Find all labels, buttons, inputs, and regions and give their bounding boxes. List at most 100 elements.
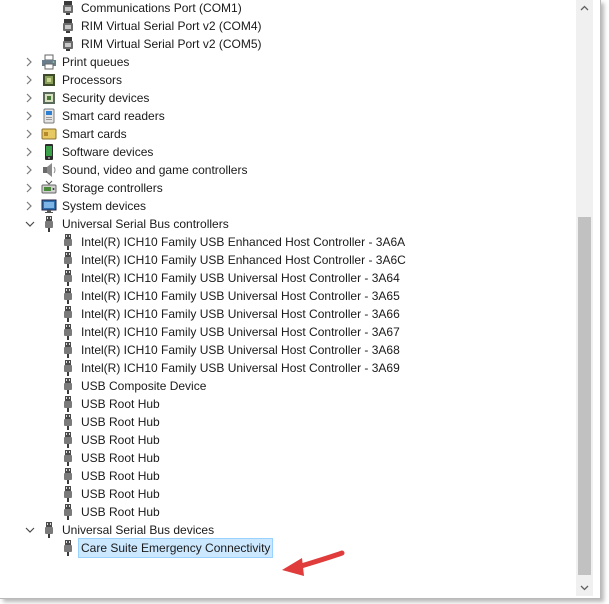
tree-item[interactable]: Intel(R) ICH10 Family USB Universal Host… (0, 323, 575, 341)
usb-plug-icon (60, 486, 76, 502)
usb-plug-icon (60, 270, 76, 286)
scroll-up-arrow-icon[interactable] (576, 0, 593, 17)
usb-plug-icon (60, 288, 76, 304)
tree-item-label: Intel(R) ICH10 Family USB Enhanced Host … (81, 235, 406, 249)
tree-item[interactable]: Storage controllers (0, 179, 575, 197)
tree-item-label: Intel(R) ICH10 Family USB Universal Host… (81, 289, 400, 303)
tree-item[interactable]: USB Root Hub (0, 431, 575, 449)
tree-item-label: Intel(R) ICH10 Family USB Enhanced Host … (81, 253, 406, 267)
tree-item-label: Intel(R) ICH10 Family USB Universal Host… (81, 325, 400, 339)
usb-plug-icon (60, 450, 76, 466)
tree-item[interactable]: Processors (0, 71, 575, 89)
expand-chevron-right-icon[interactable] (24, 107, 36, 125)
tree-item-label: USB Root Hub (81, 433, 160, 447)
printer-icon (41, 54, 57, 70)
tree-item-label: USB Composite Device (81, 379, 207, 393)
tree-item[interactable]: Security devices (0, 89, 575, 107)
tree-item[interactable]: Intel(R) ICH10 Family USB Universal Host… (0, 359, 575, 377)
expand-chevron-right-icon[interactable] (24, 53, 36, 71)
expand-chevron-right-icon[interactable] (24, 197, 36, 215)
usb-plug-icon (41, 522, 57, 538)
red-arrow-annotation (282, 550, 345, 576)
tree-item-label: Care Suite Emergency Connectivity (77, 538, 274, 558)
tree-item[interactable]: Print queues (0, 53, 575, 71)
tree-item[interactable]: USB Root Hub (0, 467, 575, 485)
tree-item-label: Software devices (62, 145, 154, 159)
scrollbar-thumb[interactable] (578, 217, 591, 575)
expand-chevron-right-icon[interactable] (24, 143, 36, 161)
tree-item[interactable]: Intel(R) ICH10 Family USB Enhanced Host … (0, 251, 575, 269)
expand-chevron-right-icon[interactable] (24, 71, 36, 89)
tree-item[interactable]: Intel(R) ICH10 Family USB Universal Host… (0, 305, 575, 323)
tree-item-label: USB Root Hub (81, 487, 160, 501)
usb-plug-icon (60, 396, 76, 412)
smart-card-reader-icon (41, 108, 57, 124)
usb-plug-icon (60, 432, 76, 448)
smart-card-icon (41, 126, 57, 142)
tree-item[interactable]: Intel(R) ICH10 Family USB Universal Host… (0, 269, 575, 287)
tree-item-label: Processors (62, 73, 123, 87)
tree-item-label: USB Root Hub (81, 451, 160, 465)
expand-chevron-down-icon[interactable] (24, 521, 36, 539)
tree-item-label: Intel(R) ICH10 Family USB Universal Host… (81, 307, 400, 321)
tree-item[interactable]: RIM Virtual Serial Port v2 (COM4) (0, 17, 575, 35)
tree-item-label: Security devices (62, 91, 150, 105)
software-device-icon (41, 144, 57, 160)
tree-item-label: Intel(R) ICH10 Family USB Universal Host… (81, 343, 400, 357)
tree-item-label: RIM Virtual Serial Port v2 (COM4) (81, 19, 262, 33)
tree-item-label: Intel(R) ICH10 Family USB Universal Host… (81, 271, 400, 285)
scroll-down-arrow-icon[interactable] (576, 579, 593, 596)
tree-item[interactable]: USB Root Hub (0, 485, 575, 503)
usb-plug-icon (41, 216, 57, 232)
usb-plug-icon (60, 360, 76, 376)
usb-plug-icon (60, 342, 76, 358)
vertical-scrollbar[interactable] (576, 0, 593, 596)
tree-item-label: USB Root Hub (81, 415, 160, 429)
tree-item[interactable]: Smart cards (0, 125, 575, 143)
expand-chevron-right-icon[interactable] (24, 179, 36, 197)
tree-item[interactable]: Universal Serial Bus devices (0, 521, 575, 539)
expand-chevron-right-icon[interactable] (24, 161, 36, 179)
usb-plug-icon (60, 468, 76, 484)
tree-item-label: Universal Serial Bus devices (62, 523, 215, 537)
tree-item[interactable]: Intel(R) ICH10 Family USB Universal Host… (0, 287, 575, 305)
tree-item-label: Smart cards (62, 127, 127, 141)
usb-plug-icon (60, 504, 76, 520)
speaker-icon (41, 162, 57, 178)
tree-item[interactable]: Communications Port (COM1) (0, 0, 575, 17)
tree-item[interactable]: Sound, video and game controllers (0, 161, 575, 179)
device-manager-window: Communications Port (COM1) RIM Virtual Se… (0, 0, 601, 599)
tree-item-label: Print queues (62, 55, 130, 69)
tree-item[interactable]: Intel(R) ICH10 Family USB Universal Host… (0, 341, 575, 359)
tree-item[interactable]: USB Root Hub (0, 395, 575, 413)
tree-item[interactable]: USB Root Hub (0, 413, 575, 431)
tree-item-label: Intel(R) ICH10 Family USB Universal Host… (81, 361, 400, 375)
expand-chevron-right-icon[interactable] (24, 89, 36, 107)
storage-controller-icon (41, 180, 57, 196)
port-icon (60, 36, 76, 52)
tree-item-label: Smart card readers (62, 109, 165, 123)
tree-item-label: Sound, video and game controllers (62, 163, 248, 177)
tree-item[interactable]: USB Root Hub (0, 503, 575, 521)
tree-item-label: System devices (62, 199, 147, 213)
tree-item[interactable]: Intel(R) ICH10 Family USB Enhanced Host … (0, 233, 575, 251)
expand-chevron-right-icon[interactable] (24, 125, 36, 143)
usb-plug-icon (60, 306, 76, 322)
tree-item[interactable]: Universal Serial Bus controllers (0, 215, 575, 233)
usb-plug-icon (60, 414, 76, 430)
tree-item-label: Storage controllers (62, 181, 163, 195)
device-tree: Communications Port (COM1) RIM Virtual Se… (0, 0, 575, 596)
tree-item[interactable]: RIM Virtual Serial Port v2 (COM5) (0, 35, 575, 53)
tree-item[interactable]: USB Composite Device (0, 377, 575, 395)
expand-chevron-down-icon[interactable] (24, 215, 36, 233)
usb-plug-icon (60, 252, 76, 268)
usb-plug-icon (60, 540, 76, 556)
tree-item[interactable]: Smart card readers (0, 107, 575, 125)
tree-item-label: USB Root Hub (81, 469, 160, 483)
tree-item[interactable]: System devices (0, 197, 575, 215)
usb-plug-icon (60, 324, 76, 340)
tree-item-label: USB Root Hub (81, 397, 160, 411)
tree-item[interactable]: USB Root Hub (0, 449, 575, 467)
tree-item[interactable]: Software devices (0, 143, 575, 161)
usb-plug-icon (60, 378, 76, 394)
